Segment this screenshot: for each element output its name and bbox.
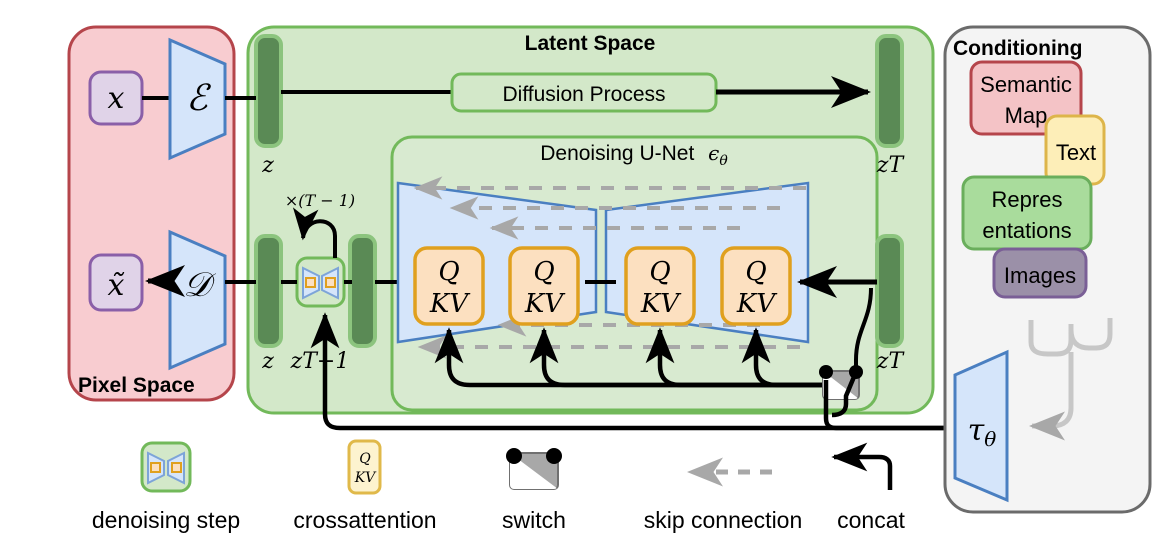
latent-z-top-label: z <box>261 153 274 178</box>
legend-crossattention-kv: KV <box>354 470 377 486</box>
latent-bar-z-top <box>254 34 283 148</box>
attention-q-1: Q <box>438 257 459 287</box>
latent-bar-intermediate <box>348 234 377 348</box>
attention-q-2: Q <box>533 257 554 287</box>
legend-crossattention-label: crossattention <box>293 507 436 533</box>
representations-label-line2: entations <box>982 218 1071 243</box>
conditioning-item-images[interactable]: Images <box>992 247 1088 299</box>
conditioning-item-text[interactable]: Text <box>1044 114 1106 186</box>
input-image-node: x <box>88 70 144 126</box>
semantic-map-label-line1: Semantic <box>980 72 1072 97</box>
legend-concat-label: concat <box>837 507 905 533</box>
legend-denoising-step: denoising step <box>92 441 240 533</box>
attention-kv-2: KV <box>524 289 565 319</box>
semantic-map-label-line2: Map <box>1005 103 1048 128</box>
pixel-space-label: Pixel Space <box>78 374 195 397</box>
attention-block-3: Q KV <box>624 246 696 326</box>
attention-q-3: Q <box>649 257 670 287</box>
loop-count-label: ×(T − 1) <box>285 191 355 210</box>
diffusion-process-node: Diffusion Process <box>450 72 718 113</box>
unet-label: Denoising U-Net ϵθ <box>540 141 728 169</box>
output-image-node: x̃ <box>88 253 144 312</box>
latent-space-label: Latent Space <box>525 32 656 55</box>
representations-label-line1: Repres <box>992 187 1063 212</box>
denoising-step-right-attn <box>325 277 336 288</box>
encoder-label: ℰ <box>186 78 211 119</box>
switch-terminal-left[interactable] <box>819 365 833 379</box>
conditioning-label: Conditioning <box>953 37 1082 60</box>
legend-crossattention-q: Q <box>359 451 371 467</box>
diffusion-process-label: Diffusion Process <box>502 83 665 106</box>
legend-switch-terminal-left <box>506 448 522 464</box>
legend-denoising-right-attn <box>171 462 182 473</box>
legend-crossattention: Q KV crossattention <box>293 439 437 533</box>
legend-concat: concat <box>831 442 905 533</box>
conditioning-item-representations[interactable]: Repres entations <box>961 175 1093 251</box>
output-xtilde-label: x̃ <box>108 268 126 303</box>
latent-zT-top-node: zT <box>875 34 906 178</box>
legend-concat-arrow <box>831 442 893 490</box>
legend-skip-connection: skip connection <box>644 457 803 533</box>
figure-canvas: Pixel Space Latent Space Denoising U-Net… <box>0 0 1162 554</box>
legend-switch-terminal-right <box>546 448 562 464</box>
text-label: Text <box>1056 140 1096 165</box>
attention-kv-1: KV <box>429 289 470 319</box>
latent-bar-zT-bottom <box>875 234 904 348</box>
latent-bar-z-bottom <box>254 234 283 348</box>
conditioning-encoder-node: τθ <box>953 349 1009 503</box>
latent-zT-bottom-label: zT <box>876 349 906 374</box>
decoder-node: 𝒟 <box>168 229 227 371</box>
latent-bar-zT-top <box>875 34 904 148</box>
legend-switch-label: switch <box>502 507 566 533</box>
images-label: Images <box>1004 263 1076 288</box>
latent-zT-top-label: zT <box>876 153 906 178</box>
input-x-label: x <box>108 81 125 116</box>
ldm-architecture-diagram: Pixel Space Latent Space Denoising U-Net… <box>67 25 1152 533</box>
legend-switch: switch <box>502 448 566 533</box>
attention-block-1: Q KV <box>413 246 485 326</box>
latent-zT-bottom-node: zT <box>875 234 906 374</box>
legend-skip-connection-label: skip connection <box>644 507 803 533</box>
attention-block-2: Q KV <box>508 246 580 326</box>
attention-kv-4: KV <box>736 289 777 319</box>
attention-kv-3: KV <box>640 289 681 319</box>
latent-z-bottom-label: z <box>261 349 274 374</box>
attention-block-4: Q KV <box>720 246 792 326</box>
attention-q-4: Q <box>745 257 766 287</box>
denoising-step-left-attn <box>305 277 316 288</box>
legend-denoising-left-attn <box>150 462 161 473</box>
legend-denoising-step-label: denoising step <box>92 507 240 533</box>
zT-minus-1-label: zT−1 <box>290 349 350 374</box>
